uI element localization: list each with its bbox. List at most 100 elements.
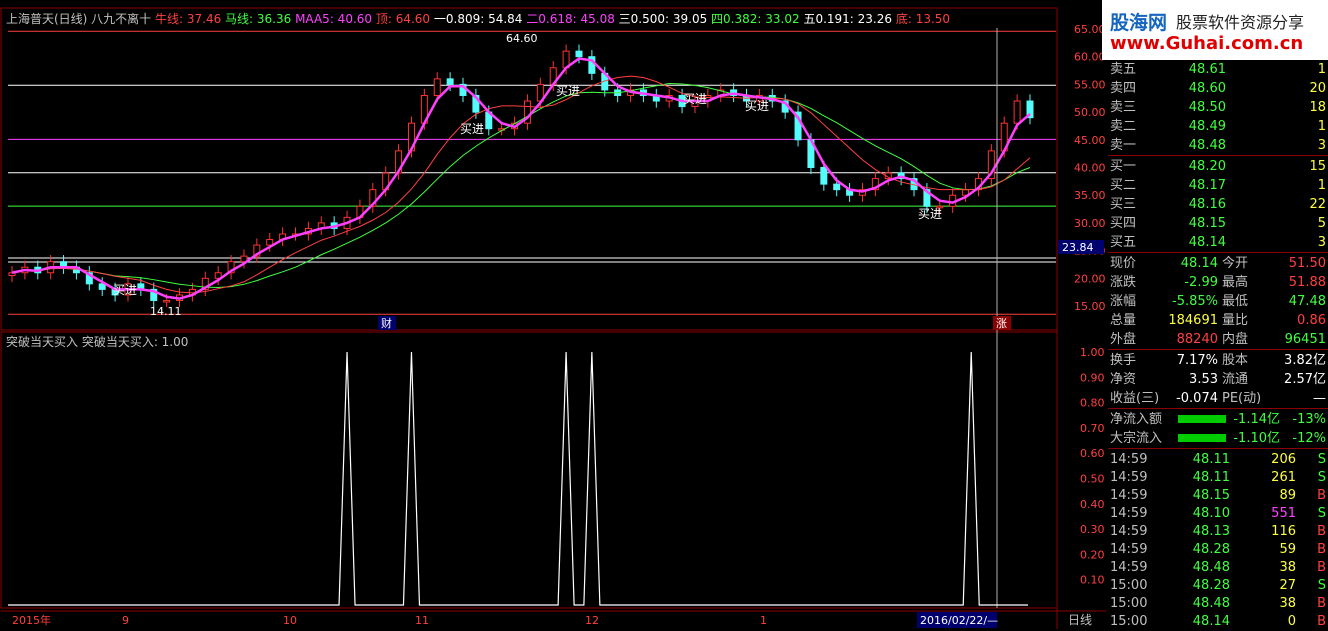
price-axis-label: 40.00 xyxy=(1074,162,1106,175)
tick-volume: 38 xyxy=(1279,596,1296,611)
indicator-value-7: 四0.382: 33.02 xyxy=(707,12,800,26)
date-highlight: 2016/02/22/— xyxy=(920,614,998,627)
bid-label: 买一 xyxy=(1110,159,1137,174)
high-price-label: 64.60 xyxy=(506,32,538,45)
ask-volume: 20 xyxy=(1309,81,1326,96)
quote-row: 总量 184691 量比 0.86 xyxy=(1108,311,1328,330)
ask-volume: 18 xyxy=(1309,100,1326,115)
flow-row: 大宗流入 -1.10亿 -12% xyxy=(1108,429,1328,448)
tick-price: 48.11 xyxy=(1192,470,1230,485)
current-price-tag: 23.84 xyxy=(1062,241,1094,254)
indicator-value-8: 五0.191: 23.26 xyxy=(799,12,893,26)
tick-time: 15:00 xyxy=(1110,578,1148,593)
bid-volume: 1 xyxy=(1317,178,1326,193)
price-axis-label: 50.00 xyxy=(1074,106,1106,119)
quote-label: 内盘 xyxy=(1222,332,1249,347)
quote-label: 量比 xyxy=(1222,313,1249,328)
tick-side: B xyxy=(1317,488,1326,503)
bid-price: 48.20 xyxy=(1188,159,1226,174)
date-axis-label: 9 xyxy=(122,614,129,627)
tick-price: 48.48 xyxy=(1192,596,1230,611)
ask-label: 卖四 xyxy=(1110,81,1137,96)
date-axis-label: 11 xyxy=(415,614,429,627)
finance-marker: 财 xyxy=(381,316,392,330)
price-axis-label: 15.00 xyxy=(1074,300,1106,313)
ask-price: 48.49 xyxy=(1188,119,1226,134)
stat-label: 净资 xyxy=(1110,372,1137,387)
bid-row: 买四 48.15 5 xyxy=(1108,214,1328,233)
bid-row: 买二 48.17 1 xyxy=(1108,176,1328,195)
buy-signal-label: 买进 xyxy=(745,99,769,113)
quote-row: 涨跌 -2.99 最高 51.88 xyxy=(1108,273,1328,292)
flow-bar xyxy=(1178,434,1226,442)
price-axis-label: 20.00 xyxy=(1074,272,1106,285)
tick-price: 48.14 xyxy=(1192,614,1230,629)
ask-row: 卖三 48.50 18 xyxy=(1108,98,1328,117)
flow-percent: -13% xyxy=(1292,412,1326,427)
quote-value: 96451 xyxy=(1284,332,1326,347)
candle-body xyxy=(575,50,583,58)
stat-value: -0.074 xyxy=(1176,391,1218,406)
tick-volume: 206 xyxy=(1271,452,1296,467)
buy-signal-label: 买进 xyxy=(683,92,707,106)
tick-price: 48.10 xyxy=(1192,506,1230,521)
sub-panel-border xyxy=(0,331,1058,609)
tick-side: B xyxy=(1317,524,1326,539)
indicator-value-4: 一0.809: 54.84 xyxy=(430,12,523,26)
tick-row: 14:59 48.48 38 B xyxy=(1108,558,1328,576)
indicator-value-6: 三0.500: 39.05 xyxy=(614,12,708,26)
tick-price: 48.15 xyxy=(1192,488,1230,503)
indicator-value-1: 马线: 36.36 xyxy=(221,12,292,26)
tick-time: 14:59 xyxy=(1110,488,1148,503)
price-axis-label: 30.00 xyxy=(1074,217,1106,230)
quote-label: 现价 xyxy=(1110,256,1137,271)
candle-body xyxy=(446,78,454,85)
ask-row: 卖二 48.49 1 xyxy=(1108,117,1328,136)
quote-label: 外盘 xyxy=(1110,332,1137,347)
tick-price: 48.13 xyxy=(1192,524,1230,539)
quote-label: 最高 xyxy=(1222,275,1249,290)
candle-body xyxy=(266,239,274,246)
tick-row: 15:00 48.28 27 S xyxy=(1108,576,1328,594)
tick-row: 14:59 48.11 261 S xyxy=(1108,468,1328,486)
panel-separator xyxy=(1108,448,1328,449)
tick-time: 14:59 xyxy=(1110,506,1148,521)
tick-time: 14:59 xyxy=(1110,524,1148,539)
tick-side: S xyxy=(1317,578,1326,593)
quote-label: 最低 xyxy=(1222,294,1249,309)
bid-volume: 3 xyxy=(1317,235,1326,250)
tick-side: S xyxy=(1317,470,1326,485)
watermark-logo: 股海网 股票软件资源分享 www.Guhai.com.cn xyxy=(1102,0,1328,60)
tick-row: 14:59 48.11 206 S xyxy=(1108,450,1328,468)
sub-axis-label: 0.50 xyxy=(1080,473,1105,486)
candle-body xyxy=(433,78,441,96)
tick-row: 14:59 48.10 551 S xyxy=(1108,504,1328,522)
ask-price: 48.61 xyxy=(1188,62,1226,77)
tick-volume: 59 xyxy=(1279,542,1296,557)
tick-price: 48.11 xyxy=(1192,452,1230,467)
stat-label: PE(动) xyxy=(1222,391,1262,406)
candle-body xyxy=(98,283,106,290)
tick-side: B xyxy=(1317,560,1326,575)
ask-volume: 3 xyxy=(1317,138,1326,153)
quote-row: 涨幅 -5.85% 最低 47.48 xyxy=(1108,292,1328,311)
period-label[interactable]: 日线 xyxy=(1068,613,1092,627)
tick-row: 15:00 48.14 0 B xyxy=(1108,612,1328,630)
candle-body xyxy=(820,167,828,185)
quote-row: 外盘 88240 内盘 96451 xyxy=(1108,330,1328,349)
kline-chart-area[interactable]: 65.00 60.00 55.00 50.00 45.00 40.00 35.00 30.00… xyxy=(0,0,1108,629)
indicator-value-5: 二0.618: 45.08 xyxy=(522,12,615,26)
tick-row: 14:59 48.15 89 B xyxy=(1108,486,1328,504)
tick-volume: 261 xyxy=(1271,470,1296,485)
bid-price: 48.16 xyxy=(1188,197,1226,212)
bid-price: 48.17 xyxy=(1188,178,1226,193)
quote-value: 88240 xyxy=(1176,332,1218,347)
bid-label: 买三 xyxy=(1110,197,1137,212)
ask-label: 卖五 xyxy=(1110,62,1137,77)
stat-label: 流通 xyxy=(1222,372,1249,387)
stat-row: 净资 3.53 流通 2.57亿 xyxy=(1108,370,1328,389)
panel-separator xyxy=(1108,349,1328,350)
sub-axis-label: 0.30 xyxy=(1080,523,1105,536)
bid-volume: 5 xyxy=(1317,216,1326,231)
stat-value: 7.17% xyxy=(1176,353,1218,368)
